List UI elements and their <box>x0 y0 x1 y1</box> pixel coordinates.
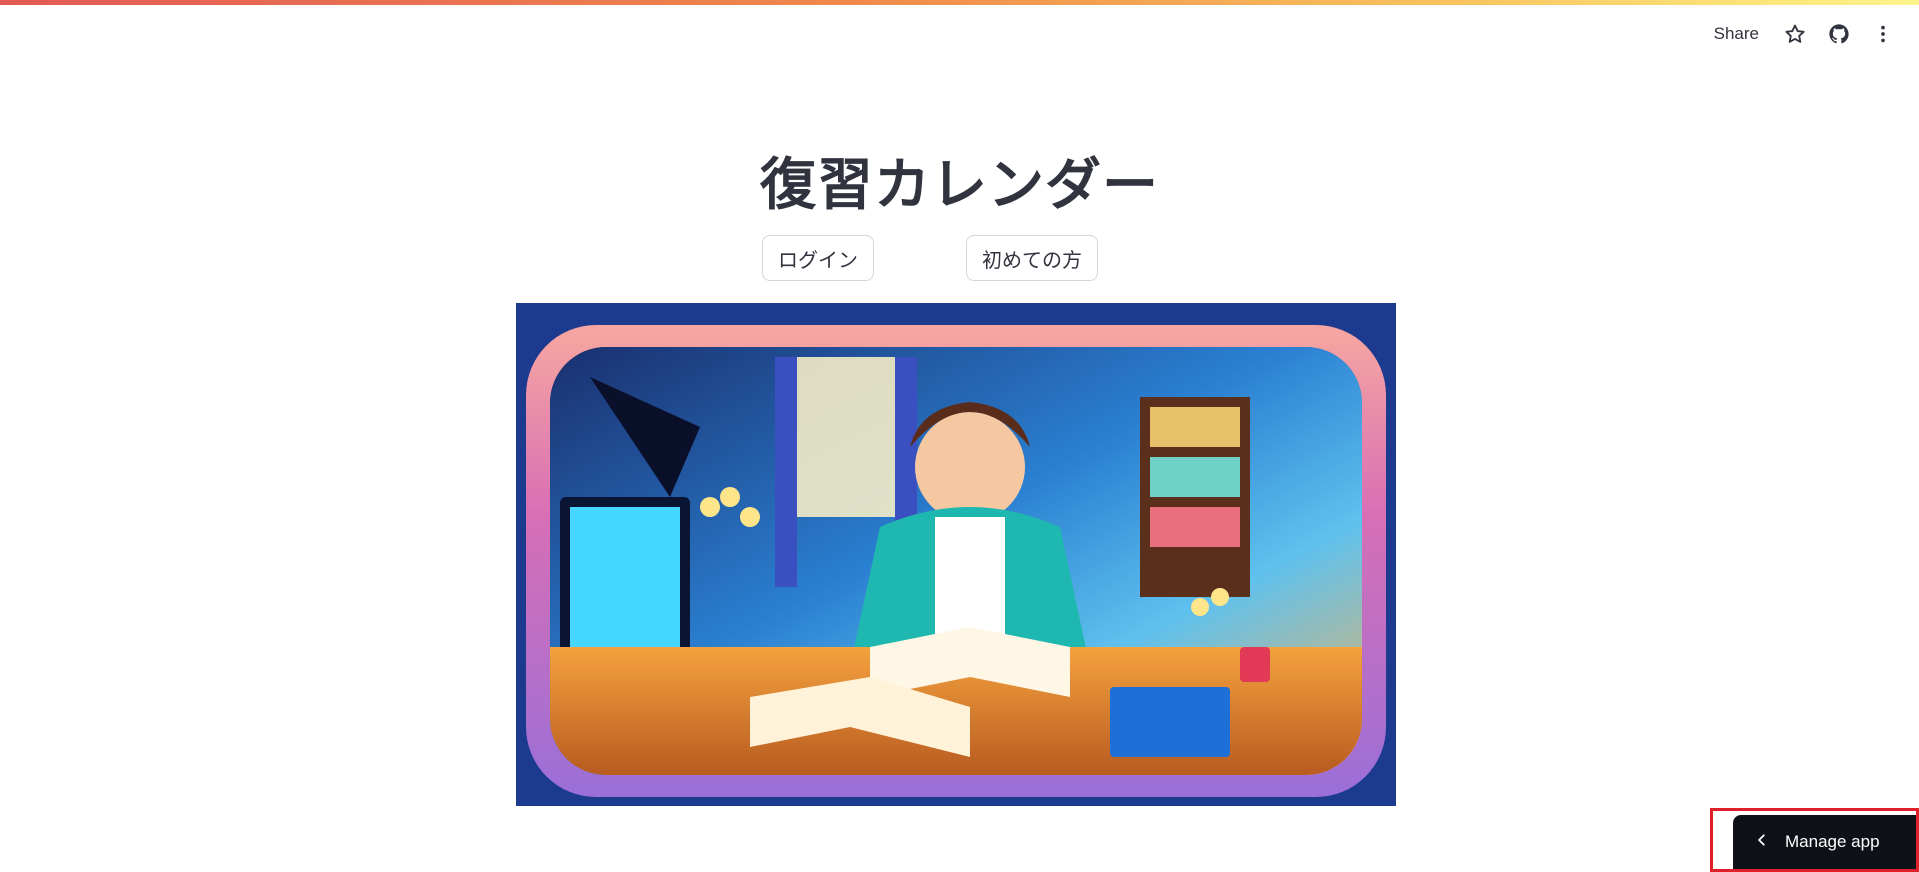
first-time-button[interactable]: 初めての方 <box>966 235 1098 281</box>
manage-app-button[interactable]: Manage app <box>1733 815 1916 869</box>
github-icon[interactable] <box>1817 17 1861 51</box>
hero-scene <box>550 347 1362 775</box>
more-vertical-icon[interactable] <box>1861 17 1905 51</box>
hero-image <box>516 303 1396 806</box>
hero-frame <box>526 325 1386 797</box>
manage-app-label: Manage app <box>1785 832 1880 851</box>
page-title: 復習カレンダー <box>760 153 1159 218</box>
chevron-left-icon <box>1755 832 1769 852</box>
manage-app-highlight: Manage app <box>1710 808 1919 872</box>
star-icon[interactable] <box>1773 17 1817 51</box>
share-button[interactable]: Share <box>1700 17 1773 51</box>
header-decoration-bar <box>0 0 1919 5</box>
login-button[interactable]: ログイン <box>762 235 874 281</box>
app-toolbar: Share <box>1700 17 1905 51</box>
